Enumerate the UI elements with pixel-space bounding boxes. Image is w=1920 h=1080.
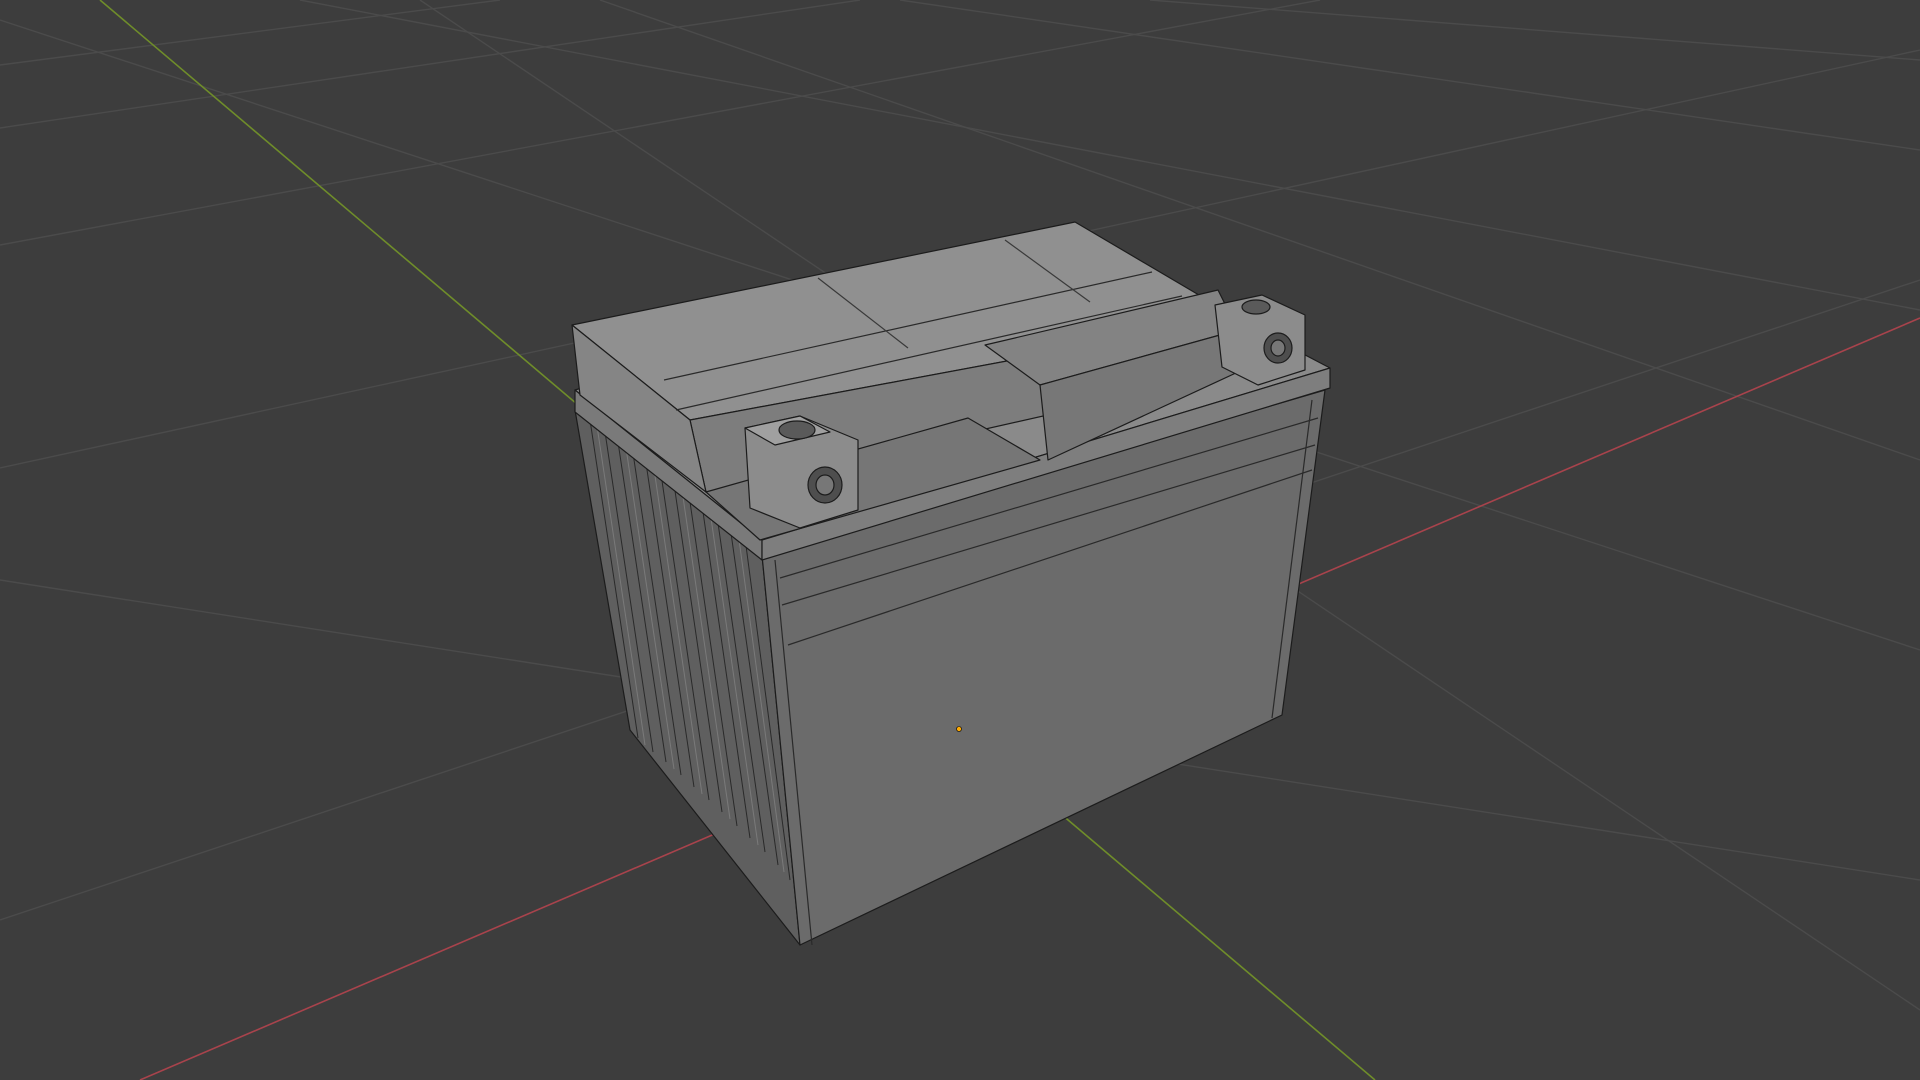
- left-terminal: [744, 415, 859, 529]
- 3d-viewport[interactable]: [0, 0, 1920, 1080]
- viewport-canvas[interactable]: [0, 0, 1920, 1080]
- object-origin-marker[interactable]: [956, 726, 962, 732]
